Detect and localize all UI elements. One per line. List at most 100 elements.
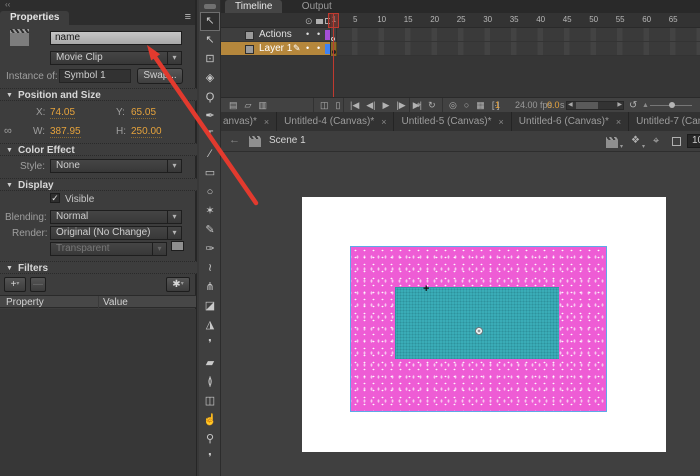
frames-grid[interactable] [331,28,700,56]
selection-tool[interactable]: ↖ [200,12,220,31]
x-value[interactable]: 74.05 [50,107,75,119]
onion-skin-outlines-button[interactable]: ○ [464,98,469,113]
oval-tool[interactable]: ○ [200,183,220,202]
ink-bottle-tool[interactable]: ◮ [200,316,220,335]
scroll-right-icon[interactable]: ▶ [617,101,622,110]
ruler-frame-35[interactable]: 35 [510,15,519,24]
symbol-inner-rect[interactable] [395,287,559,359]
document-tab-untitled-6-canvas-[interactable]: Untitled-6 (Canvas)*× [512,112,629,131]
loop-button[interactable]: ↻ [428,98,436,113]
ruler-frame-45[interactable]: 45 [563,15,572,24]
layer-visibility-dot[interactable]: • [306,29,309,39]
w-value[interactable]: 387.95 [50,126,81,138]
polystar-tool[interactable]: ✶ [200,202,220,221]
panel-grip-icon[interactable] [204,4,216,9]
section-display[interactable]: ▼ Display [0,178,197,191]
width-tool[interactable]: ≬ [200,373,220,392]
new-layer-button[interactable]: ▤ [229,98,238,113]
document-tab-untitled-7-canvas-[interactable]: Untitled-7 (Canvas)*× [629,112,700,131]
bone-tool[interactable]: ⋔ [200,278,220,297]
edit-symbols-icon[interactable]: ❖ [631,135,640,146]
subselection-tool[interactable]: ↖ [200,31,220,50]
back-arrow-icon[interactable]: ← [229,134,240,146]
blending-dropdown[interactable]: Normal ▾ [50,210,182,224]
camera-button[interactable]: ◫ [320,98,329,113]
document-tab-anvas-[interactable]: anvas)*× [221,112,277,131]
y-value[interactable]: 65.05 [131,107,156,119]
ruler-frame-60[interactable]: 60 [642,15,651,24]
new-folder-button[interactable]: ▱ [245,98,252,113]
text-tool[interactable]: T [200,126,220,145]
onion-skin-button[interactable]: ◎ [449,98,457,113]
close-icon[interactable]: × [264,117,269,127]
stage-zoom-select[interactable]: 100 [687,134,700,148]
close-icon[interactable]: × [499,117,504,127]
step-back-button[interactable]: ◀| [366,98,375,113]
go-to-first-frame-button[interactable]: |◀ [350,98,359,113]
line-tool[interactable]: ∕ [200,145,220,164]
stroke-color-control[interactable]: ❜ [200,449,220,468]
panel-menu-icon[interactable]: ≡ [185,11,191,24]
transformation-point-icon[interactable] [475,327,483,335]
gradient-transform-tool[interactable]: ◈ [200,69,220,88]
step-forward-button[interactable]: |▶ [396,98,405,113]
layer-depth-button[interactable]: ▯ [336,98,341,113]
close-icon[interactable]: × [381,117,386,127]
paint-brush-tool[interactable]: ≀ [200,259,220,278]
h-value[interactable]: 250.00 [131,126,162,138]
selected-symbol-outer-rect[interactable] [350,246,607,412]
layer-lock-dot[interactable]: • [317,43,320,53]
zoom-slider-thumb[interactable] [669,102,675,108]
style-dropdown[interactable]: None ▾ [50,159,182,173]
chevron-down-icon[interactable]: ▾ [620,139,623,150]
layer-row-layer-1[interactable]: Layer 1✎•• [221,42,330,56]
filter-options-button[interactable]: ✱▾ [166,277,190,292]
panel-collapse-chevrons-icon[interactable]: ‹‹ [0,0,195,11]
add-filter-button[interactable]: +▾ [4,277,26,292]
timeline-scrollbar[interactable]: ◀ ▶ [566,101,624,110]
show-hide-all-layers-icon[interactable]: ⊙ [305,16,313,27]
ruler-frame-30[interactable]: 30 [483,15,492,24]
document-tab-untitled-5-canvas-[interactable]: Untitled-5 (Canvas)*× [394,112,511,131]
chevron-down-icon[interactable]: ▾ [642,139,645,150]
center-frame-button[interactable]: ⌖ [416,98,421,113]
close-icon[interactable]: × [616,117,621,127]
free-transform-tool[interactable]: ⊡ [200,50,220,69]
constrain-link-icon[interactable]: ∞ [4,125,12,137]
delete-layer-button[interactable]: ▥ [258,98,267,113]
timeline-tab-timeline[interactable]: Timeline [225,0,282,13]
instance-name-input[interactable]: name [50,31,182,45]
section-filters[interactable]: ▼ Filters [0,261,197,274]
resize-handle-icon[interactable]: ▲ [642,98,649,113]
tab-properties[interactable]: Properties [0,11,69,25]
ruler-frame-25[interactable]: 25 [457,15,466,24]
timeline-ruler[interactable]: 15101520253035404550556065 [221,13,700,28]
scroll-left-icon[interactable]: ◀ [568,101,573,110]
render-dropdown[interactable]: Original (No Change) ▾ [50,226,182,240]
edit-multiple-frames-button[interactable]: ▦ [476,98,485,113]
document-tab-untitled-4-canvas-[interactable]: Untitled-4 (Canvas)*× [277,112,394,131]
visible-checkbox[interactable]: ✓ [50,193,60,203]
ruler-frame-15[interactable]: 15 [404,15,413,24]
paint-bucket-tool[interactable]: ◪ [200,297,220,316]
swap-button[interactable]: Swap... [137,68,183,84]
camera-tool[interactable]: ◫ [200,392,220,411]
ruler-frame-40[interactable]: 40 [536,15,545,24]
eyedropper-tool[interactable]: ❜ [200,335,220,354]
reset-timeline-zoom-button[interactable]: ↺ [629,98,637,113]
ruler-frame-50[interactable]: 50 [589,15,598,24]
hand-tool[interactable]: ☝ [200,411,220,430]
layer-row-actions[interactable]: Actions•• [221,28,330,42]
edit-scene-icon[interactable] [606,140,618,148]
ruler-frame-20[interactable]: 20 [430,15,439,24]
timeline-zoom-slider[interactable] [650,105,692,106]
clip-content-icon[interactable] [672,137,681,146]
rectangle-tool[interactable]: ▭ [200,164,220,183]
center-stage-icon[interactable]: ⌖ [653,135,659,148]
scene-breadcrumb[interactable]: Scene 1 [269,135,306,146]
symbol-type-dropdown[interactable]: Movie Clip ▾ [50,51,182,65]
actions-frame-1[interactable] [331,28,337,42]
filters-empty-list[interactable] [0,309,196,476]
section-position-and-size[interactable]: ▼ Position and Size [0,88,197,101]
stage-canvas[interactable]: + [302,197,666,452]
